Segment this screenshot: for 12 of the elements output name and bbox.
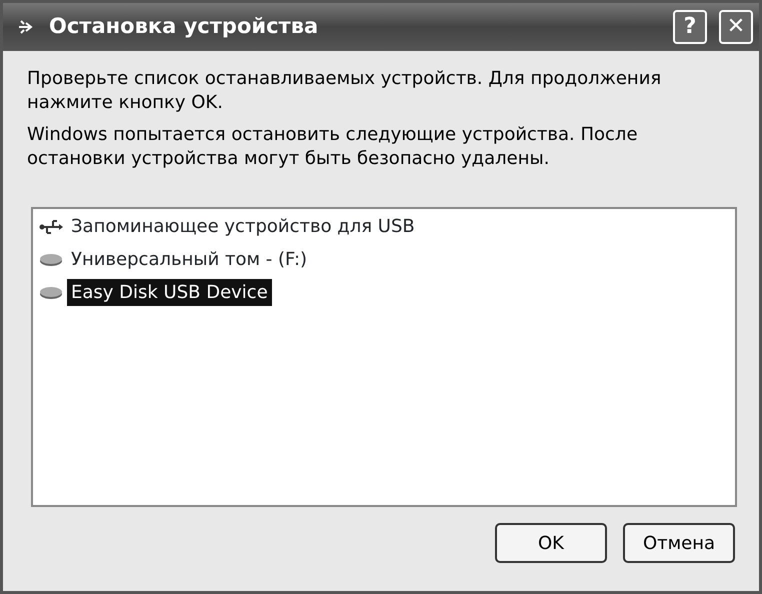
- device-item[interactable]: Запоминающее устройство для USB: [67, 213, 419, 240]
- drive-icon: [39, 284, 63, 300]
- device-item[interactable]: Easy Disk USB Device: [67, 279, 272, 306]
- device-item[interactable]: Универсальный том - (F:): [67, 246, 312, 273]
- instruction-text: Windows попытается остановить следующие устройства. После остановки устройства могут быть безопасно удалены.: [27, 123, 639, 171]
- help-button[interactable]: ?: [673, 10, 707, 44]
- close-button[interactable]: ✕: [719, 10, 753, 44]
- drive-icon: [39, 252, 63, 268]
- cancel-button[interactable]: Отмена: [623, 523, 735, 563]
- ok-button[interactable]: OK: [495, 523, 607, 563]
- instruction-text: Проверьте список останавливаемых устройств. Для продолжения нажмите кнопку OK.: [27, 67, 662, 115]
- window-title: Остановка устройства: [49, 13, 320, 40]
